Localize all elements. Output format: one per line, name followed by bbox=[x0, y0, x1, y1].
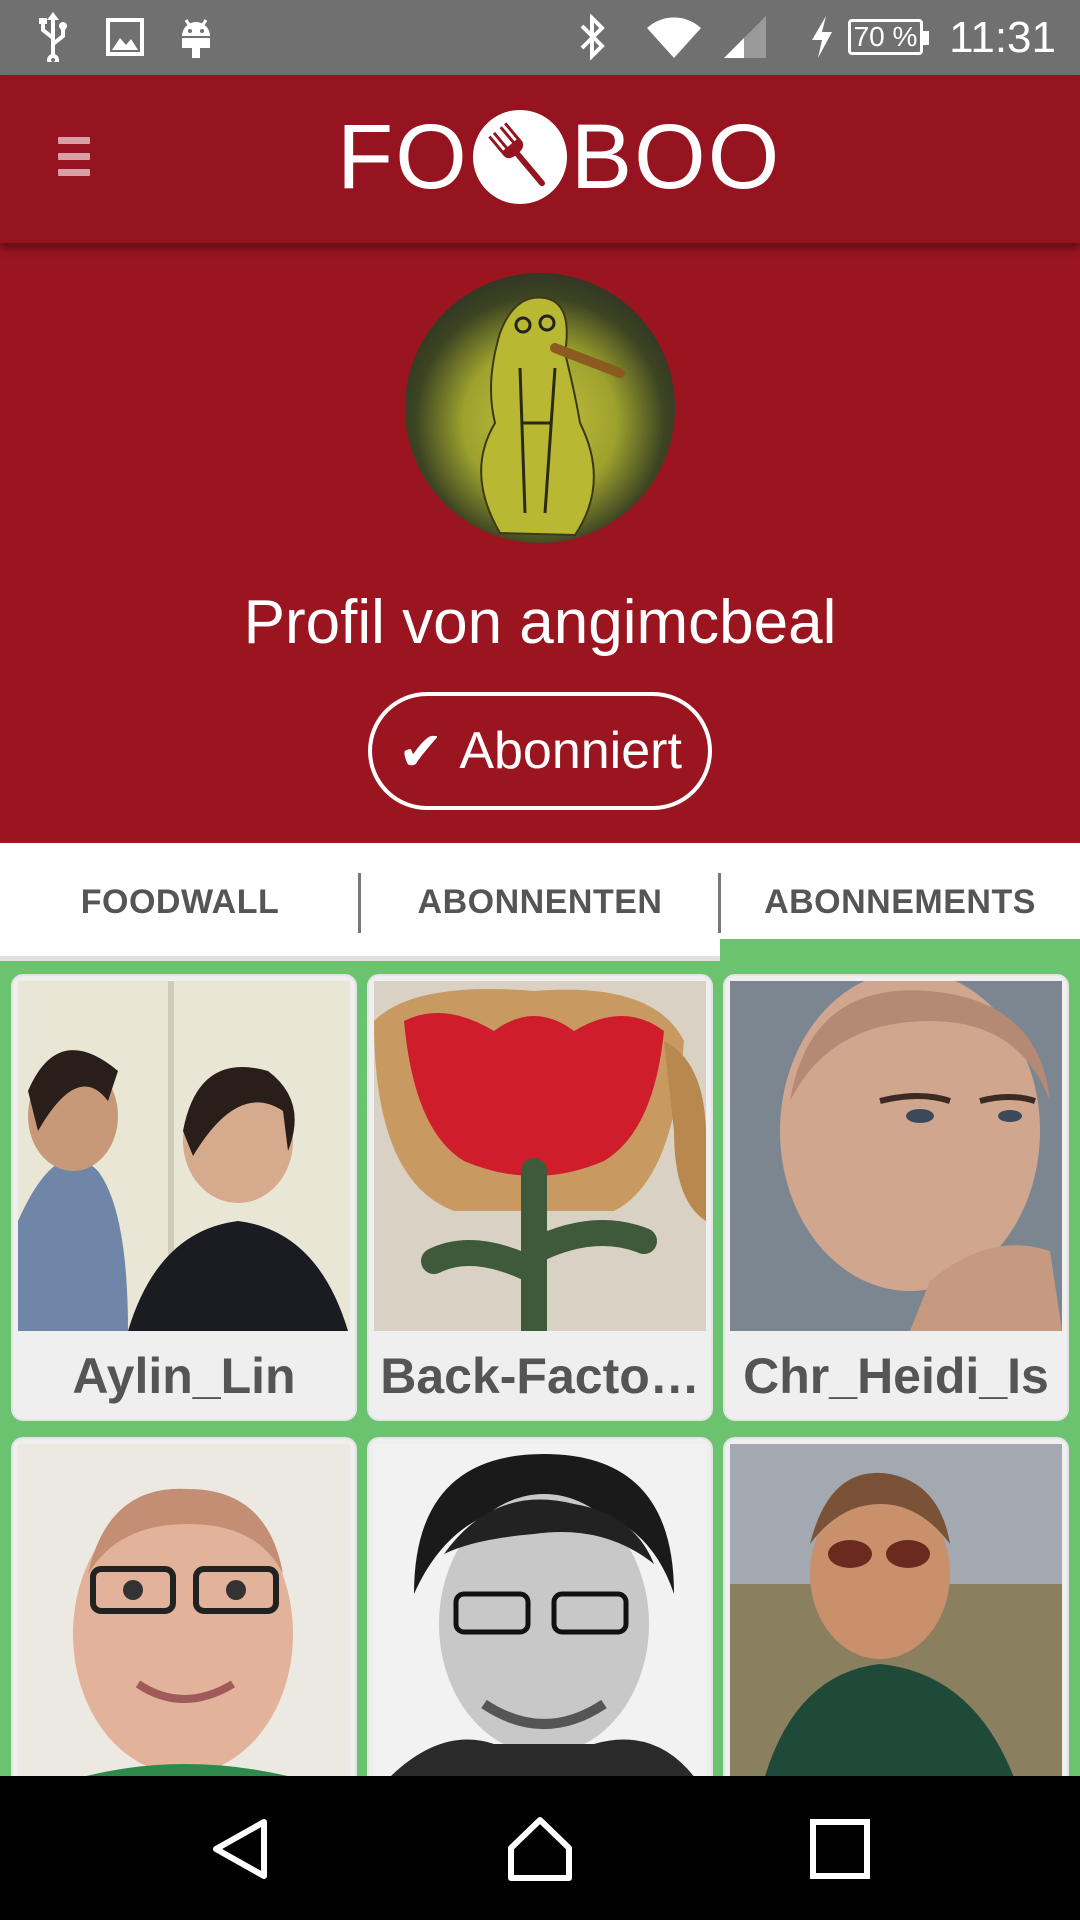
subscriptions-grid: Aylin_Lin Back-Facto… Chr_Heidi_Is bbox=[0, 961, 1080, 1776]
user-card[interactable]: Aylin_Lin bbox=[13, 976, 355, 1419]
user-photo bbox=[730, 1444, 1062, 1776]
image-icon bbox=[106, 12, 144, 62]
home-icon[interactable] bbox=[505, 1814, 575, 1884]
app-logo: FO BOO bbox=[337, 105, 782, 208]
user-card[interactable] bbox=[725, 1439, 1067, 1776]
user-photo bbox=[730, 981, 1062, 1331]
bluetooth-icon bbox=[578, 12, 608, 62]
cell-signal-icon bbox=[722, 12, 768, 62]
tab-divider bbox=[358, 873, 361, 933]
user-name: Back-Facto… bbox=[380, 1348, 700, 1404]
user-card[interactable]: Chr_Heidi_Is bbox=[725, 976, 1067, 1419]
navigation-bar bbox=[0, 1776, 1080, 1920]
user-name: Chr_Heidi_Is bbox=[743, 1348, 1049, 1404]
tab-abonnenten-label: ABONNENTEN bbox=[417, 882, 663, 921]
user-card[interactable] bbox=[13, 1439, 355, 1776]
profile-title: Profil von angimcbeal bbox=[243, 588, 837, 657]
subscribed-button-label: Abonniert bbox=[459, 722, 682, 780]
profile-header: Profil von angimcbeal ✔ Abonniert bbox=[0, 243, 1080, 843]
recents-icon[interactable] bbox=[805, 1814, 875, 1884]
logo-text-right: BOO bbox=[570, 105, 782, 208]
charging-icon bbox=[808, 12, 836, 62]
pear-figure-image bbox=[480, 296, 625, 537]
back-icon[interactable] bbox=[206, 1814, 276, 1884]
tab-foodwall-label: FOODWALL bbox=[80, 882, 280, 921]
app-bar: FO BOO bbox=[0, 75, 1080, 243]
subscribed-button[interactable]: ✔ Abonniert bbox=[368, 692, 712, 810]
user-name: Aylin_Lin bbox=[72, 1348, 296, 1404]
user-photo bbox=[374, 981, 706, 1331]
logo-text-left: FO bbox=[337, 105, 469, 208]
tab-divider bbox=[718, 873, 721, 933]
user-photo bbox=[18, 981, 350, 1331]
profile-avatar[interactable] bbox=[405, 273, 675, 543]
checkmark-icon: ✔ bbox=[398, 721, 444, 782]
tab-foodwall[interactable]: FOODWALL bbox=[0, 843, 360, 961]
tab-abonnenten[interactable]: ABONNENTEN bbox=[360, 843, 720, 961]
user-photo bbox=[374, 1444, 706, 1776]
clock: 11:31 bbox=[949, 13, 1056, 62]
android-icon bbox=[178, 12, 214, 62]
fork-plate-icon bbox=[472, 109, 567, 205]
user-card[interactable]: Back-Facto… bbox=[369, 976, 711, 1419]
user-card[interactable] bbox=[369, 1439, 711, 1776]
wifi-icon bbox=[645, 12, 703, 62]
user-photo bbox=[18, 1444, 350, 1776]
battery-icon: 70 % bbox=[848, 19, 929, 55]
hamburger-menu-icon[interactable] bbox=[58, 137, 90, 181]
tab-abonnements-label: ABONNEMENTS bbox=[764, 882, 1036, 921]
usb-icon bbox=[36, 12, 70, 62]
active-tab-indicator bbox=[720, 939, 1080, 961]
status-bar: 70 % 11:31 bbox=[0, 0, 1080, 75]
